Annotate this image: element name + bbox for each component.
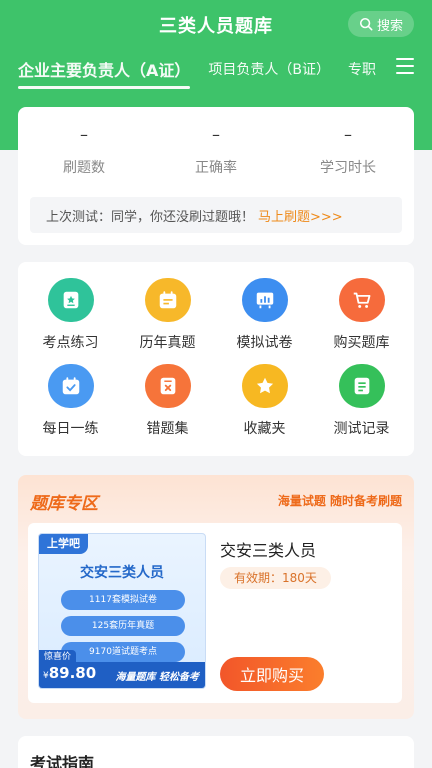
- grid-item-label: 模拟试卷: [236, 335, 293, 351]
- calendar-check-icon: [47, 364, 94, 408]
- board-chart-icon: [241, 278, 288, 322]
- question-bank-zone: 题库专区 海量试题 随时备考刷题 上学吧 交安三类人员 1117套模拟试卷 12…: [18, 475, 414, 719]
- start-practice-link[interactable]: 马上刷题>>>: [258, 206, 343, 225]
- grid-item-daily-practice[interactable]: 每日一练: [22, 364, 119, 438]
- menu-icon[interactable]: [396, 58, 414, 74]
- stat-study-time: – 学习时长: [282, 125, 414, 177]
- stat-questions: – 刷题数: [18, 125, 150, 177]
- calendar-doc-icon: [144, 278, 191, 322]
- tab-a-cert[interactable]: 企业主要负责人（A证）: [18, 57, 191, 89]
- grid-item-wrong-answers[interactable]: 错题集: [119, 364, 216, 438]
- search-button[interactable]: 搜索: [348, 11, 414, 37]
- grid-item-label: 收藏夹: [243, 421, 286, 437]
- product-cover-image: 上学吧 交安三类人员 1117套模拟试卷 125套历年真题 9170道试题考点 …: [38, 533, 206, 689]
- grid-item-label: 考点练习: [42, 335, 99, 351]
- grid-item-label: 错题集: [146, 421, 189, 437]
- stat-label: 刷题数: [63, 160, 105, 176]
- cover-price: ¥89.80: [43, 664, 96, 682]
- stat-value: –: [344, 125, 352, 144]
- product-card[interactable]: 上学吧 交安三类人员 1117套模拟试卷 125套历年真题 9170道试题考点 …: [28, 523, 402, 703]
- star-icon: [241, 364, 288, 408]
- price-value: 89.80: [48, 664, 97, 682]
- last-test-text: 上次测试：同学，你还没刷过题哦！: [46, 209, 255, 225]
- star-doc-icon: [47, 278, 94, 322]
- cover-slogan: 海量题库 轻松备考: [115, 672, 199, 683]
- search-label: 搜索: [376, 18, 403, 34]
- stat-accuracy: – 正确率: [150, 125, 282, 177]
- grid-item-key-points[interactable]: 考点练习: [22, 278, 119, 352]
- zone-title: 题库专区: [30, 494, 98, 514]
- search-icon: [359, 17, 373, 31]
- stat-label: 正确率: [195, 160, 237, 176]
- tab-fulltime[interactable]: 专职: [348, 59, 376, 79]
- buy-now-button[interactable]: 立即购买: [220, 657, 324, 691]
- cover-title: 交安三类人员: [80, 565, 164, 581]
- zone-subtitle: 海量试题 随时备考刷题: [277, 494, 402, 508]
- validity-badge: 有效期：180天: [220, 567, 331, 589]
- cover-pill: 9170道试题考点: [61, 642, 185, 662]
- grid-item-favorites[interactable]: 收藏夹: [216, 364, 313, 438]
- stat-label: 学习时长: [320, 160, 376, 176]
- product-name: 交安三类人员: [220, 541, 317, 560]
- grid-item-test-records[interactable]: 测试记录: [313, 364, 410, 438]
- guide-title: 考试指南: [30, 754, 95, 768]
- stats-card: – 刷题数 – 正确率 – 学习时长 上次测试：同学，你还没刷过题哦！ 马上刷题…: [18, 107, 414, 245]
- grid-item-label: 测试记录: [333, 421, 390, 437]
- grid-item-label: 历年真题: [139, 335, 196, 351]
- category-tabs: 企业主要负责人（A证） 项目负责人（B证） 专职: [18, 54, 432, 89]
- cover-bottom-bar: ¥89.80 海量题库 轻松备考: [39, 662, 205, 688]
- grid-item-label: 购买题库: [333, 335, 390, 351]
- grid-item-mock-exam[interactable]: 模拟试卷: [216, 278, 313, 352]
- cover-pill: 125套历年真题: [61, 616, 185, 636]
- grid-item-label: 每日一练: [42, 421, 99, 437]
- last-test-banner[interactable]: 上次测试：同学，你还没刷过题哦！ 马上刷题>>>: [30, 197, 402, 233]
- grid-item-buy-bank[interactable]: 购买题库: [313, 278, 410, 352]
- record-icon: [338, 364, 385, 408]
- function-grid-card: 考点练习 历年真题 模拟试卷 购买题库 每日一练 错题集 收藏夹 测试记录: [18, 262, 414, 456]
- stat-value: –: [212, 125, 220, 144]
- exam-guide-card: 考试指南: [18, 736, 414, 768]
- tab-b-cert[interactable]: 项目负责人（B证）: [208, 59, 330, 79]
- cover-pill: 1117套模拟试卷: [61, 590, 185, 610]
- grid-item-past-exams[interactable]: 历年真题: [119, 278, 216, 352]
- stat-value: –: [80, 125, 88, 144]
- cart-icon: [338, 278, 385, 322]
- cover-brand-logo: 上学吧: [39, 534, 88, 554]
- wrong-doc-icon: [144, 364, 191, 408]
